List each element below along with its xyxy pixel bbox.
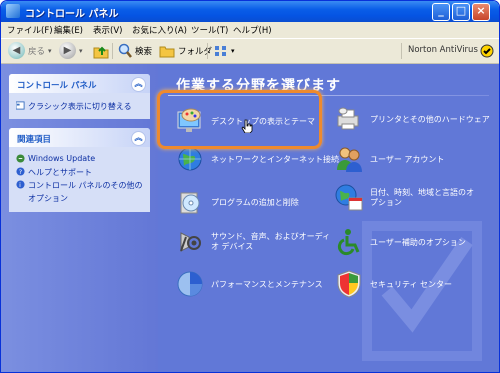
add-remove-programs-label: プログラムの追加と削除 (211, 198, 299, 207)
selection-highlight (157, 90, 322, 149)
toolbar-separator (401, 43, 402, 59)
category-date-time-region[interactable]: 日付、時刻、地域と言語のオ プション (334, 183, 494, 219)
category-accessibility[interactable]: ユーザー補助のオプション (334, 227, 494, 259)
minimize-button[interactable]: _ (432, 3, 450, 21)
user-accounts-label: ユーザー アカウント (370, 155, 445, 164)
sounds-audio-label: サウンド、音声、およびオーディ オ デバイス (211, 232, 330, 252)
menu-file[interactable]: ファイル(F) (7, 24, 53, 36)
menu-favorites[interactable]: お気に入り(A) (132, 24, 187, 36)
classic-view-link[interactable]: クラシック表示に切り替える (9, 100, 150, 113)
forward-dropdown-icon[interactable]: ▾ (79, 47, 83, 55)
norton-icon[interactable] (479, 43, 495, 59)
date-time-region-label: 日付、時刻、地域と言語のオ プション (370, 188, 474, 208)
windows-update-label: Windows Update (28, 154, 96, 163)
search-button[interactable]: 検索 (135, 45, 152, 57)
control-panel-icon (6, 4, 20, 18)
other-options-label-2: オプション (28, 194, 68, 203)
category-performance-maintenance[interactable]: パフォーマンスとメンテナンス (175, 269, 335, 301)
back-arrow-icon[interactable]: ◀ (8, 42, 25, 59)
help-icon: ? (16, 167, 25, 176)
performance-chart-icon (177, 271, 203, 297)
menu-tools[interactable]: ツール(T) (191, 24, 228, 36)
section-header[interactable]: コントロール パネル ︽ (9, 74, 150, 93)
forward-arrow-icon[interactable]: ▶ (59, 42, 76, 59)
printer-hardware-icon (337, 107, 359, 130)
maximize-button[interactable]: □ (452, 3, 470, 21)
folders-icon[interactable] (159, 43, 175, 59)
views-icon[interactable] (213, 43, 229, 59)
related-links-section: 関連項目 ︽ Windows Update ? ヘルプとサポート i コントロー… (9, 128, 150, 212)
search-icon[interactable] (117, 43, 133, 59)
windows-update-icon (16, 154, 25, 163)
section-title: コントロール パネル (17, 81, 97, 91)
classic-view-icon (16, 101, 25, 110)
collapse-chevron-icon[interactable]: ︽ (131, 77, 146, 92)
user-accounts-icon (337, 147, 362, 172)
category-sounds-audio[interactable]: サウンド、音声、およびオーディ オ デバイス (175, 227, 335, 263)
menu-view[interactable]: 表示(V) (93, 24, 122, 36)
toolbar-separator (207, 43, 208, 59)
task-pane: コントロール パネル ︽ クラシック表示に切り替える 関連項目 ︽ Window… (1, 64, 158, 372)
windows-update-link[interactable]: Windows Update (9, 153, 150, 166)
info-icon: i (16, 180, 25, 189)
sounds-label-line2: オ デバイス (211, 242, 254, 251)
other-options-link[interactable]: i コントロール パネルのその他の (9, 179, 150, 192)
control-panel-section: コントロール パネル ︽ クラシック表示に切り替える (9, 74, 150, 119)
sound-speaker-icon (180, 232, 201, 252)
section-title: 関連項目 (17, 135, 52, 145)
add-remove-programs-icon (180, 192, 200, 214)
date-time-label-line1: 日付、時刻、地域と言語のオ (370, 188, 474, 197)
help-support-label: ヘルプとサポート (28, 168, 92, 177)
hand-cursor-icon (241, 119, 253, 133)
classic-view-label: クラシック表示に切り替える (28, 102, 132, 111)
category-security-center[interactable]: セキュリティ センター (334, 269, 474, 301)
sounds-label-line1: サウンド、音声、およびオーディ (211, 232, 331, 241)
folder-up-icon[interactable] (93, 43, 109, 59)
printers-hardware-label: プリンタとその他のハードウェア (370, 115, 490, 124)
category-add-remove-programs[interactable]: プログラムの追加と削除 (175, 187, 335, 219)
date-time-globe-icon (335, 184, 363, 211)
collapse-chevron-icon[interactable]: ︽ (131, 131, 146, 146)
control-panel-window: コントロール パネル _ □ × ファイル(F) 編集(E) 表示(V) お気に… (0, 0, 500, 373)
back-dropdown-icon[interactable]: ▾ (48, 47, 52, 55)
norton-antivirus-button[interactable]: Norton AntiVirus (408, 45, 478, 55)
toolbar-separator (112, 43, 113, 59)
svg-text:i: i (19, 182, 21, 189)
accessibility-icon (337, 229, 360, 256)
category-printers-hardware[interactable]: プリンタとその他のハードウェア (334, 104, 494, 136)
title-bar[interactable]: コントロール パネル _ □ × (1, 1, 499, 22)
window-title: コントロール パネル (25, 9, 119, 20)
security-center-label: セキュリティ センター (370, 280, 453, 289)
section-header[interactable]: 関連項目 ︽ (9, 128, 150, 147)
menu-bar: ファイル(F) 編集(E) 表示(V) お気に入り(A) ツール(T) ヘルプ(… (1, 22, 499, 59)
performance-maintenance-label: パフォーマンスとメンテナンス (211, 280, 323, 289)
views-dropdown-icon[interactable]: ▾ (231, 47, 235, 55)
other-options-link-2[interactable]: オプション (9, 192, 150, 205)
date-time-label-line2: プション (370, 198, 402, 207)
network-internet-label: ネットワークとインターネット接続 (211, 155, 339, 164)
help-support-link[interactable]: ? ヘルプとサポート (9, 166, 150, 179)
menu-edit[interactable]: 編集(E) (54, 24, 83, 36)
toolbar: ◀ 戻る ▾ ▶ ▾ 検索 フォルダ ▾ Norton AntiVirus (1, 39, 499, 64)
category-user-accounts[interactable]: ユーザー アカウント (334, 144, 474, 176)
other-options-label: コントロール パネルのその他の (28, 181, 143, 190)
close-button[interactable]: × (472, 3, 490, 21)
menu-help[interactable]: ヘルプ(H) (233, 24, 272, 36)
back-button[interactable]: 戻る (28, 45, 45, 57)
accessibility-label: ユーザー補助のオプション (370, 238, 466, 247)
svg-text:?: ? (19, 169, 22, 176)
security-shield-icon (337, 270, 361, 298)
